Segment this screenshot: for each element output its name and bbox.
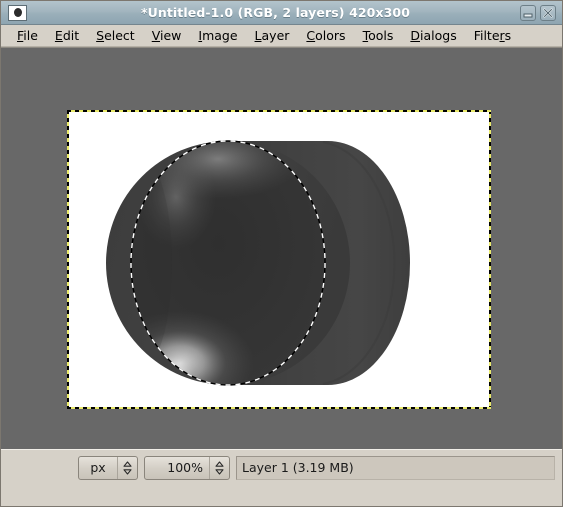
menu-select[interactable]: Select [88,27,144,44]
artwork-cylinder [106,140,410,386]
canvas-viewport[interactable] [1,47,562,449]
zoom-value: 100% [167,460,203,475]
menu-edit[interactable]: Edit [47,27,88,44]
unit-value: px [90,460,106,475]
minimize-icon [523,13,533,17]
window-title: *Untitled-1.0 (RGB, 2 layers) 420x300 [140,5,411,20]
minimize-button[interactable] [520,4,536,21]
gimp-image-window: *Untitled-1.0 (RGB, 2 layers) 420x300 Fi… [0,0,563,507]
menu-layer[interactable]: Layer [247,27,299,44]
layer-status-label: Layer 1 (3.19 MB) [236,455,555,480]
close-icon [543,7,553,18]
menu-file[interactable]: File [9,27,47,44]
unit-selector[interactable]: px [78,455,138,480]
menu-tools[interactable]: Tools [355,27,403,44]
zoom-selector[interactable]: 100% [144,455,230,480]
menu-image[interactable]: Image [190,27,246,44]
close-button[interactable] [540,4,556,21]
zoom-stepper-arrows[interactable] [209,456,229,479]
statusbar: px 100% Layer 1 (3.19 MB) [1,449,562,485]
window-titlebar[interactable]: *Untitled-1.0 (RGB, 2 layers) 420x300 [1,1,562,25]
up-down-chevron-icon [215,460,224,475]
menu-dialogs[interactable]: Dialogs [402,27,465,44]
menu-colors[interactable]: Colors [298,27,354,44]
menu-view[interactable]: View [144,27,191,44]
image-canvas[interactable] [68,111,490,408]
unit-stepper-arrows[interactable] [117,456,137,479]
window-controls [520,4,556,21]
image-document-icon [8,4,27,21]
menubar: File Edit Select View Image Layer Colors… [1,25,562,47]
up-down-chevron-icon [123,460,132,475]
menu-filters[interactable]: Filters [466,27,520,44]
